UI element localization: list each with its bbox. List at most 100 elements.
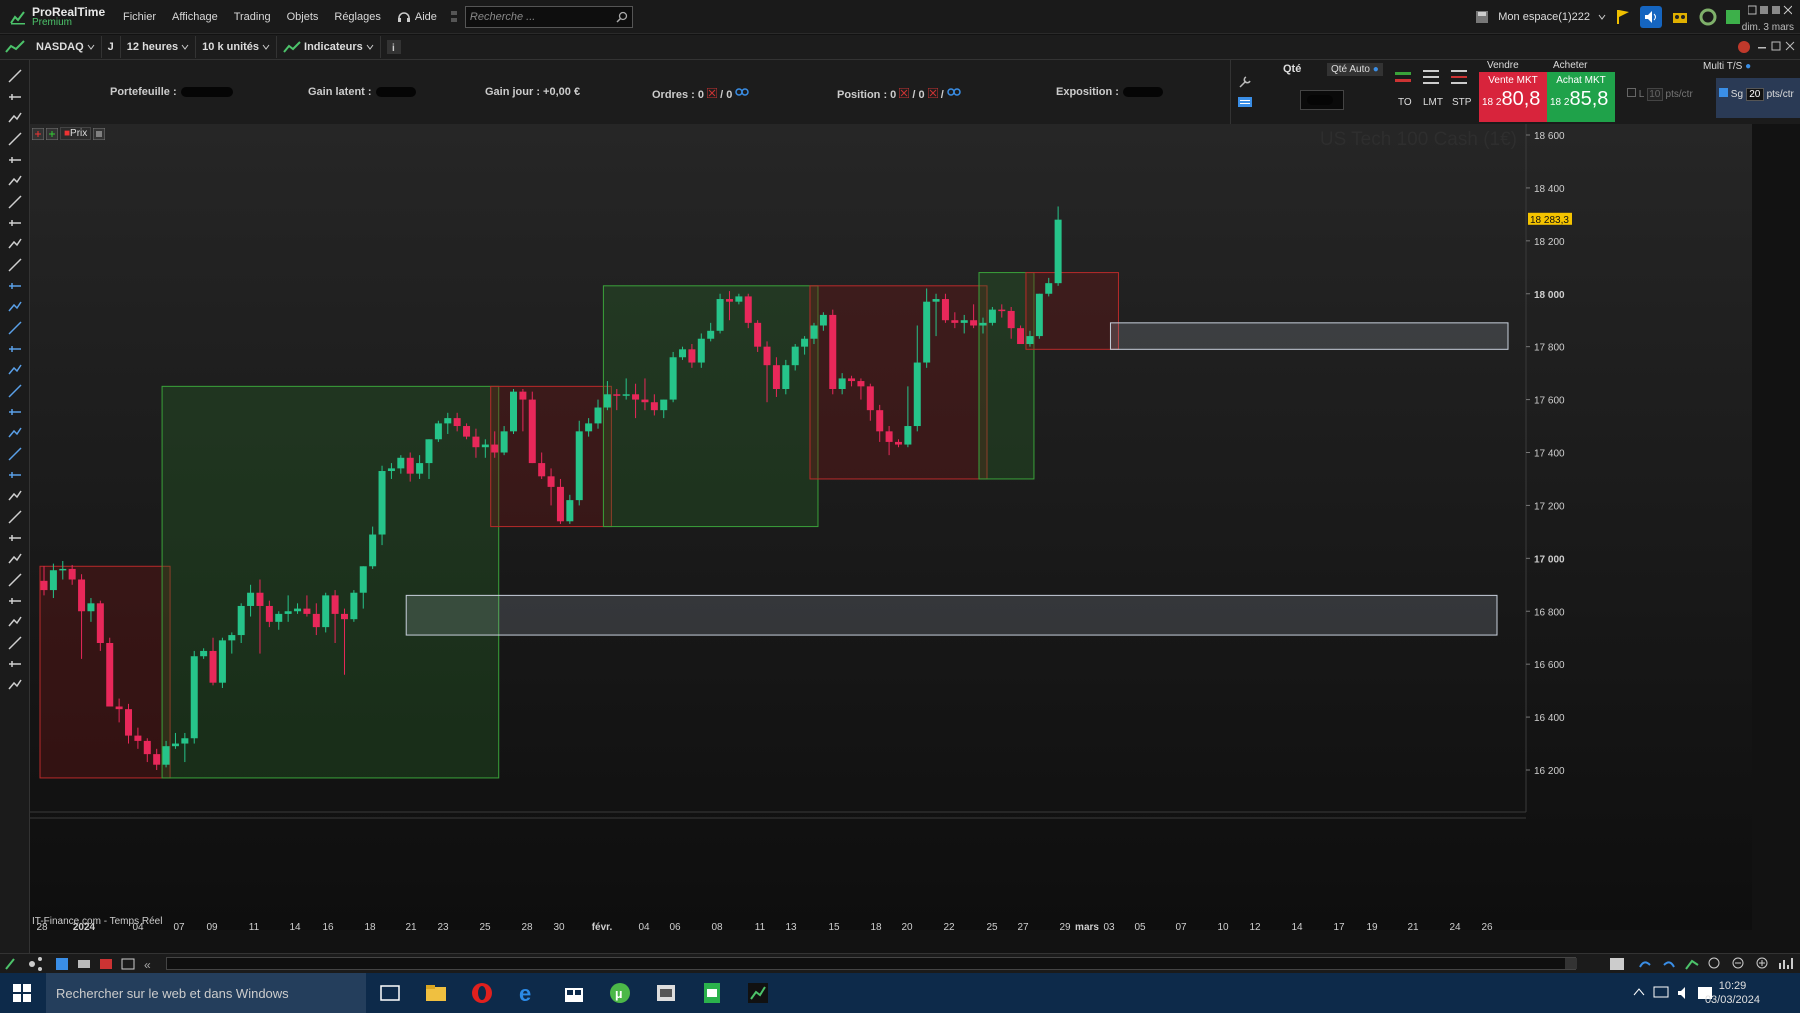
keyboard-icon[interactable] xyxy=(1237,94,1253,110)
limit-order-icon[interactable] xyxy=(1423,70,1439,84)
info-icon[interactable]: i xyxy=(386,40,401,54)
line-tool-icon[interactable] xyxy=(7,89,23,105)
close-small-icon[interactable] xyxy=(706,87,718,99)
close-small-icon[interactable] xyxy=(898,87,910,99)
window-icon[interactable] xyxy=(121,958,135,970)
ray-tool-icon[interactable] xyxy=(7,110,23,126)
help-menu[interactable]: Aide xyxy=(389,10,445,24)
save-icon[interactable] xyxy=(1474,9,1490,25)
system-clock[interactable]: 10:29 03/03/2024 xyxy=(1705,979,1760,1007)
qty-auto-toggle[interactable]: Qté Auto ● xyxy=(1327,63,1383,76)
toolbar-window-controls-icon[interactable] xyxy=(1736,39,1796,57)
price-series-button[interactable]: ■Prix xyxy=(60,127,92,140)
bearish-range-box[interactable] xyxy=(809,285,988,480)
workspace-selector[interactable]: Mon espace(1)222 xyxy=(1498,11,1590,23)
qty-input[interactable] xyxy=(1300,90,1344,110)
polyline-tool-icon[interactable] xyxy=(7,446,23,462)
print-icon[interactable] xyxy=(78,960,90,968)
measure-tool-icon[interactable] xyxy=(7,257,23,273)
calendar-icon[interactable] xyxy=(1610,958,1624,970)
multi-ts-toggle[interactable]: Multi T/S ● xyxy=(1703,61,1751,72)
add-indicator-icon[interactable] xyxy=(46,127,58,140)
channel-tool-icon[interactable] xyxy=(7,341,23,357)
more-tool-icon[interactable] xyxy=(7,677,23,693)
opera-icon[interactable] xyxy=(470,981,494,1005)
market-order-icon[interactable] xyxy=(1395,72,1411,82)
fibonacci-tool-icon[interactable] xyxy=(7,299,23,315)
bars-icon[interactable] xyxy=(1779,958,1793,969)
triangle-tool-icon[interactable] xyxy=(7,572,23,588)
ruler-tool-icon[interactable] xyxy=(7,278,23,294)
indicators-button[interactable]: Indicateurs xyxy=(277,36,381,58)
circle-tool-icon[interactable] xyxy=(7,551,23,567)
prorealtime-taskbar-icon[interactable] xyxy=(746,981,770,1005)
fibonacci-fan-tool-icon[interactable] xyxy=(7,320,23,336)
menu-objets[interactable]: Objets xyxy=(279,11,327,23)
check-tool-icon[interactable] xyxy=(7,656,23,672)
horizontal-ray-tool-icon[interactable] xyxy=(7,194,23,210)
undo-icon[interactable] xyxy=(1639,961,1651,968)
window-controls-icon[interactable] xyxy=(1748,4,1792,16)
add-chart-icon[interactable] xyxy=(32,127,44,140)
trend-line-tool-icon[interactable] xyxy=(7,152,23,168)
buy-market-button[interactable]: Achat MKT 18 285,8 xyxy=(1547,72,1615,122)
limit-input[interactable]: 10 xyxy=(1646,88,1663,101)
link-icon[interactable] xyxy=(735,86,750,98)
stop-input[interactable]: 20 xyxy=(1745,88,1764,101)
price-chart[interactable]: US Tech 100 Cash (1€) 18 600 18 400 18 200… xyxy=(30,124,1752,930)
store-icon[interactable] xyxy=(562,981,586,1005)
pencil-tool-icon[interactable] xyxy=(7,425,23,441)
tray-expand-icon[interactable] xyxy=(1633,988,1645,996)
search-input[interactable]: Recherche ... xyxy=(464,5,633,28)
zoom-in-icon[interactable] xyxy=(1756,957,1768,969)
support-zone-rectangle[interactable] xyxy=(405,594,1498,636)
order-type-stp[interactable]: STP xyxy=(1452,97,1471,108)
limit-checkbox[interactable] xyxy=(1627,88,1636,97)
media-app-icon[interactable] xyxy=(654,981,678,1005)
link-icon[interactable] xyxy=(947,86,961,98)
down-arrow-tool-icon[interactable] xyxy=(7,635,23,651)
menu-trading[interactable]: Trading xyxy=(226,11,279,23)
scrollbar-thumb[interactable] xyxy=(1565,958,1577,969)
up-arrow-tool-icon[interactable] xyxy=(7,614,23,630)
zigzag-tool-icon[interactable] xyxy=(7,404,23,420)
edge-icon[interactable]: e xyxy=(516,981,540,1005)
horizontal-line-tool-icon[interactable] xyxy=(7,173,23,189)
share-icon[interactable] xyxy=(29,957,42,971)
auto-scale-icon[interactable] xyxy=(1685,959,1699,970)
menu-reglages[interactable]: Réglages xyxy=(326,11,388,23)
stop-checkbox[interactable] xyxy=(1719,88,1728,97)
gann-tool-icon[interactable] xyxy=(7,488,23,504)
windows-start-icon[interactable] xyxy=(10,981,34,1005)
stop-order-icon[interactable] xyxy=(1451,70,1467,84)
arrow-tool-icon[interactable] xyxy=(7,236,23,252)
vertical-line-tool-icon[interactable] xyxy=(7,215,23,231)
order-type-lmt[interactable]: LMT xyxy=(1423,97,1443,108)
segment-tool-icon[interactable] xyxy=(7,131,23,147)
support-zone-rectangle[interactable] xyxy=(1109,322,1509,350)
pattern-tool-icon[interactable] xyxy=(7,383,23,399)
sound-icon[interactable] xyxy=(1640,6,1662,28)
ellipse-tool-icon[interactable] xyxy=(7,530,23,546)
network-icon[interactable] xyxy=(1653,986,1669,998)
bullish-range-box[interactable] xyxy=(161,385,500,779)
utorrent-icon[interactable]: µ xyxy=(608,981,632,1005)
arc-tool-icon[interactable] xyxy=(7,593,23,609)
flag-icon[interactable] xyxy=(1614,8,1632,26)
zoom-out-icon[interactable] xyxy=(1732,957,1744,969)
menu-fichier[interactable]: Fichier xyxy=(115,11,164,23)
alert-robot-icon[interactable] xyxy=(1670,7,1690,27)
wrench-icon[interactable] xyxy=(1237,74,1253,90)
sell-market-button[interactable]: Vente MKT 18 280,8 xyxy=(1479,72,1547,122)
zoom-fit-icon[interactable] xyxy=(1708,957,1720,969)
redo-icon[interactable] xyxy=(1663,961,1675,968)
export-icon[interactable] xyxy=(100,959,112,969)
timeframe-selector[interactable]: 12 heures xyxy=(121,36,197,58)
sync-icon[interactable] xyxy=(1698,7,1718,27)
parallel-tool-icon[interactable] xyxy=(7,467,23,483)
scroll-left-icon[interactable]: « xyxy=(144,958,151,972)
menu-affichage[interactable]: Affichage xyxy=(164,11,226,23)
volume-icon[interactable] xyxy=(1678,987,1685,999)
close-small-icon[interactable] xyxy=(927,87,939,99)
order-type-to[interactable]: TO xyxy=(1398,97,1412,108)
